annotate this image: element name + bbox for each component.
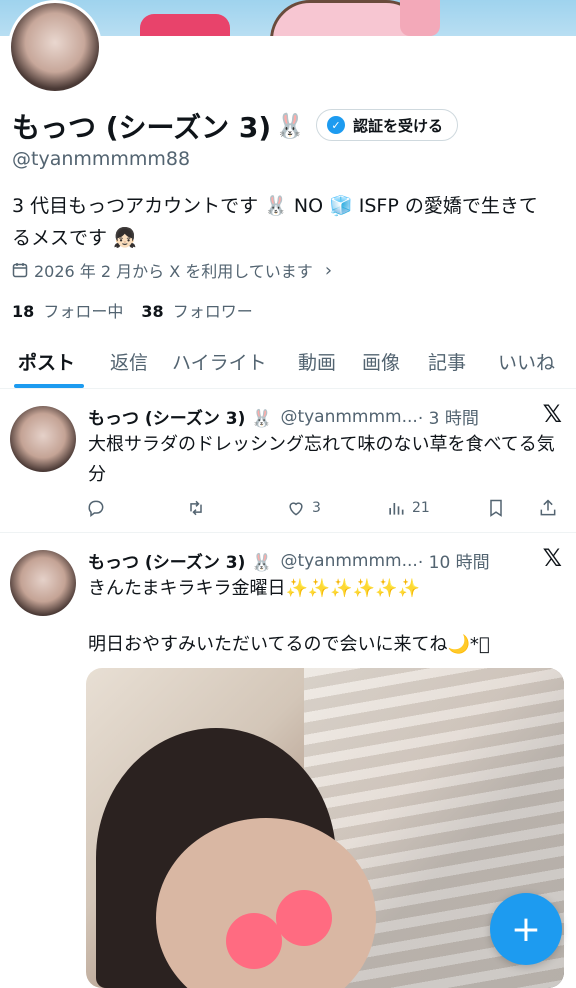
tweet-author-name[interactable]: もっつ (シーズン 3) 🐰: [88, 548, 272, 573]
bio-line: 3 代目もっつアカウントです 🐰 NO 🧊 ISFP の愛嬌で生きて: [12, 195, 538, 217]
tab-highlights[interactable]: ハイライト: [172, 348, 267, 375]
like-button[interactable]: 3: [286, 498, 321, 518]
tweet-avatar[interactable]: [10, 550, 76, 616]
tweet-text: 大根サラダのドレッシング忘れて味のない草を食べてる気分: [88, 434, 555, 485]
joined-date[interactable]: 2026 年 2 月から X を利用しています ›: [12, 258, 332, 282]
joined-text: 2026 年 2 月から X を利用しています: [34, 262, 313, 281]
tab-videos[interactable]: 動画: [298, 348, 336, 375]
follow-stats: 18 フォロー中 38 フォロワー: [12, 298, 253, 322]
following-count: 18: [12, 302, 35, 321]
x-logo-icon: 𝕏: [542, 544, 562, 572]
retweet-button[interactable]: [186, 498, 206, 518]
following-label: フォロー中: [43, 302, 124, 321]
share-button[interactable]: [538, 498, 558, 518]
tab-replies[interactable]: 返信: [110, 348, 148, 375]
verified-badge-icon: ✓: [327, 116, 345, 134]
verify-label: 認証を受ける: [353, 116, 444, 135]
compose-post-button[interactable]: +: [490, 893, 562, 965]
profile-avatar[interactable]: [8, 0, 102, 94]
retweet-icon: [190, 500, 202, 516]
tweet-author-handle[interactable]: @tyanmmmm...: [280, 551, 417, 571]
tab-posts[interactable]: ポスト: [18, 348, 75, 375]
views-button[interactable]: 21: [386, 498, 430, 518]
share-icon: [540, 499, 556, 516]
followers-link[interactable]: 38 フォロワー: [141, 298, 252, 322]
photo-heart-sticker: [276, 890, 332, 946]
x-logo-icon: 𝕏: [542, 400, 562, 428]
photo-heart-sticker: [226, 913, 282, 969]
tab-images[interactable]: 画像: [362, 348, 400, 375]
profile-bio: 3 代目もっつアカウントです 🐰 NO 🧊 ISFP の愛嬌で生きて るメスです…: [12, 190, 568, 254]
bookmark-icon: [490, 499, 502, 517]
get-verified-button[interactable]: ✓ 認証を受ける: [316, 109, 459, 141]
followers-label: フォロワー: [172, 302, 253, 321]
reply-button[interactable]: [86, 498, 106, 518]
tweet-text-line: きんたまキラキラ金曜日✨✨✨✨✨✨: [88, 578, 420, 599]
following-link[interactable]: 18 フォロー中: [12, 298, 123, 322]
like-count: 3: [312, 500, 321, 516]
tweet-avatar[interactable]: [10, 406, 76, 472]
tweet[interactable]: もっつ (シーズン 3) 🐰 @tyanmmmm... · 3 時間 𝕏 大根サ…: [0, 390, 576, 533]
profile-tabs: ポスト 返信 ハイライト 動画 画像 記事 いいね: [0, 336, 576, 389]
tab-likes[interactable]: いいね: [498, 348, 555, 375]
tweet-text-line: 明日おやすみいただいてるので会いに来てね🌙*ﾟ: [88, 634, 490, 655]
bookmark-button[interactable]: [486, 498, 506, 518]
profile-display-name: もっつ (シーズン 3): [12, 111, 272, 144]
reply-icon: [88, 500, 104, 517]
heart-icon: [289, 502, 303, 516]
followers-count: 38: [141, 302, 164, 321]
profile-handle: @tyanmmmmm88: [12, 148, 191, 170]
banner-decoration: [140, 14, 230, 36]
bio-line: るメスです 👧🏻: [12, 227, 137, 249]
calendar-icon: [12, 263, 28, 278]
bunny-emoji: 🐰: [275, 112, 306, 140]
tweet-timestamp[interactable]: · 3 時間: [418, 404, 479, 429]
tweet-author-name[interactable]: もっつ (シーズン 3) 🐰: [88, 404, 272, 429]
tweet-timestamp[interactable]: · 10 時間: [418, 548, 490, 573]
tweet-actions: 3 21: [86, 498, 566, 522]
banner-decoration: [400, 0, 440, 36]
profile-name-row: もっつ (シーズン 3) 🐰: [12, 106, 305, 146]
tweet-header: もっつ (シーズン 3) 🐰 @tyanmmmm... · 10 時間: [88, 548, 490, 574]
tab-articles[interactable]: 記事: [428, 348, 466, 375]
active-tab-indicator: [14, 384, 84, 388]
tweet-author-handle[interactable]: @tyanmmmm...: [280, 407, 417, 427]
tweet-header: もっつ (シーズン 3) 🐰 @tyanmmmm... · 3 時間: [88, 404, 479, 430]
views-icon: [389, 503, 404, 515]
views-count: 21: [412, 500, 430, 516]
chevron-right-icon: ›: [324, 259, 333, 281]
